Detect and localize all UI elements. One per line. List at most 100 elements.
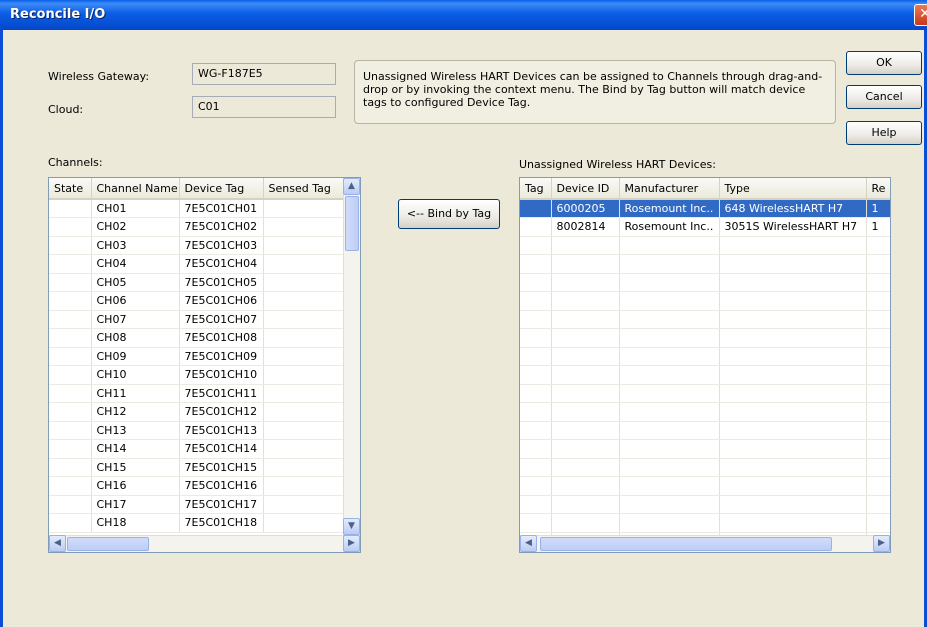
channels-vertical-scrollbar[interactable]: ▲ ▼ bbox=[343, 178, 360, 535]
channels-table-row[interactable]: CH15 7E5C01CH15 bbox=[49, 458, 344, 477]
devices-table-cell bbox=[551, 254, 620, 274]
channels-table-row[interactable]: CH16 7E5C01CH16 bbox=[49, 476, 344, 496]
devices-table-column-header[interactable]: Tag bbox=[520, 178, 552, 200]
channels-table-cell bbox=[263, 347, 344, 366]
channels-table-cell: CH12 bbox=[91, 402, 180, 422]
channels-table-row[interactable]: CH09 7E5C01CH09 bbox=[49, 347, 344, 366]
channels-table-cell: CH11 bbox=[91, 384, 180, 403]
channels-table-row[interactable]: CH06 7E5C01CH06 bbox=[49, 291, 344, 311]
channels-table-column-header[interactable]: Sensed Tag bbox=[263, 178, 344, 200]
devices-table-cell bbox=[551, 291, 620, 311]
devices-table-cell: 6000205 bbox=[551, 199, 620, 218]
channels-table-row[interactable]: CH07 7E5C01CH07 bbox=[49, 310, 344, 329]
devices-horizontal-scrollbar[interactable]: ◀ ▶ bbox=[520, 535, 890, 552]
channels-table-cell bbox=[263, 384, 344, 403]
devices-table-cell bbox=[619, 458, 720, 477]
channels-table-cell bbox=[49, 291, 92, 311]
unassigned-devices-label: Unassigned Wireless HART Devices: bbox=[519, 158, 716, 171]
unassigned-devices-grid[interactable]: Tag Device ID Manufacturer Type Re 6000205 Ro… bbox=[519, 177, 891, 553]
wireless-gateway-field: WG-F187E5 bbox=[192, 63, 336, 85]
help-button[interactable]: Help bbox=[846, 121, 922, 145]
devices-table-row[interactable]: 6000205 Rosemount Inc.. 648 WirelessHART H… bbox=[520, 199, 890, 218]
devices-table-cell bbox=[619, 254, 720, 274]
devices-hscroll-thumb[interactable] bbox=[540, 537, 832, 551]
channels-table-row[interactable]: CH02 7E5C01CH02 bbox=[49, 217, 344, 237]
scroll-left-icon[interactable]: ◀ bbox=[49, 535, 66, 552]
devices-table-empty-row bbox=[520, 513, 890, 533]
channels-table-row[interactable]: CH04 7E5C01CH04 bbox=[49, 254, 344, 274]
devices-table-empty-row bbox=[520, 273, 890, 292]
devices-table-cell bbox=[719, 365, 867, 385]
channels-table-cell bbox=[263, 402, 344, 422]
devices-table-cell bbox=[520, 476, 552, 496]
devices-table-column-header[interactable]: Device ID bbox=[551, 178, 620, 200]
channels-table-row[interactable]: CH11 7E5C01CH11 bbox=[49, 384, 344, 403]
channels-table-cell bbox=[49, 402, 92, 422]
channels-table-row[interactable]: CH13 7E5C01CH13 bbox=[49, 421, 344, 440]
scroll-right-icon[interactable]: ▶ bbox=[343, 535, 360, 552]
devices-table-cell bbox=[520, 421, 552, 440]
channels-table-cell: 7E5C01CH14 bbox=[179, 439, 264, 459]
channels-table-row[interactable]: CH14 7E5C01CH14 bbox=[49, 439, 344, 459]
devices-table-cell bbox=[719, 476, 867, 496]
channels-table-cell bbox=[263, 328, 344, 348]
channels-table-row[interactable]: CH01 7E5C01CH01 bbox=[49, 199, 344, 218]
title-bar[interactable]: Reconcile I/O ✕ bbox=[0, 0, 927, 30]
channels-table-row[interactable]: CH05 7E5C01CH05 bbox=[49, 273, 344, 292]
channels-table-cell: CH04 bbox=[91, 254, 180, 274]
devices-table-column-header[interactable]: Manufacturer bbox=[619, 178, 720, 200]
channels-hscroll-thumb[interactable] bbox=[67, 537, 149, 551]
devices-table-cell bbox=[619, 439, 720, 459]
devices-table-cell bbox=[619, 476, 720, 496]
reconcile-io-dialog: Reconcile I/O ✕ Wireless Gateway: WG-F18… bbox=[0, 0, 927, 627]
channels-table-cell: 7E5C01CH04 bbox=[179, 254, 264, 274]
channels-grid[interactable]: State Channel Name Device Tag Sensed Tag CH… bbox=[48, 177, 361, 553]
channels-table-column-header[interactable]: Channel Name bbox=[91, 178, 180, 200]
devices-table-cell bbox=[551, 273, 620, 292]
devices-table-column-header[interactable]: Type bbox=[719, 178, 867, 200]
channels-table-row[interactable]: CH17 7E5C01CH17 bbox=[49, 495, 344, 514]
devices-table-cell bbox=[719, 384, 867, 403]
devices-table-cell bbox=[551, 310, 620, 329]
channels-table-cell bbox=[263, 421, 344, 440]
devices-table-cell bbox=[719, 458, 867, 477]
cloud-label: Cloud: bbox=[48, 103, 84, 116]
devices-table-cell bbox=[866, 495, 890, 514]
channels-table-row[interactable]: CH08 7E5C01CH08 bbox=[49, 328, 344, 348]
close-button[interactable]: ✕ bbox=[914, 4, 927, 26]
devices-table-cell: Rosemount Inc.. bbox=[619, 217, 720, 237]
channels-table-cell bbox=[49, 254, 92, 274]
devices-table-empty-row bbox=[520, 439, 890, 459]
ok-button[interactable]: OK bbox=[846, 51, 922, 75]
channels-vscroll-thumb[interactable] bbox=[345, 196, 359, 251]
cancel-button[interactable]: Cancel bbox=[846, 85, 922, 109]
channels-table-cell bbox=[49, 513, 92, 533]
devices-table-column-header[interactable]: Re bbox=[866, 178, 890, 200]
channels-table-column-header[interactable]: Device Tag bbox=[179, 178, 264, 200]
channels-table-cell: CH14 bbox=[91, 439, 180, 459]
devices-table-empty-row bbox=[520, 365, 890, 385]
scroll-right-icon[interactable]: ▶ bbox=[873, 535, 890, 552]
channels-table-column-header[interactable]: State bbox=[49, 178, 92, 200]
channels-horizontal-scrollbar[interactable]: ◀ ▶ bbox=[49, 535, 360, 552]
devices-table-cell bbox=[619, 310, 720, 329]
bind-by-tag-button[interactable]: <-- Bind by Tag bbox=[398, 199, 500, 229]
devices-table-cell bbox=[866, 328, 890, 348]
channels-table-cell bbox=[49, 495, 92, 514]
channels-table-cell: 7E5C01CH18 bbox=[179, 513, 264, 533]
devices-table-row[interactable]: 8002814 Rosemount Inc.. 3051S WirelessHART… bbox=[520, 217, 890, 237]
scroll-down-icon[interactable]: ▼ bbox=[343, 518, 360, 535]
channels-table-row[interactable]: CH12 7E5C01CH12 bbox=[49, 402, 344, 422]
channels-table-cell bbox=[49, 310, 92, 329]
channels-table-row[interactable]: CH18 7E5C01CH18 bbox=[49, 513, 344, 533]
devices-table-empty-row bbox=[520, 421, 890, 440]
devices-table-cell bbox=[866, 384, 890, 403]
channels-table-cell: 7E5C01CH12 bbox=[179, 402, 264, 422]
scroll-left-icon[interactable]: ◀ bbox=[520, 535, 537, 552]
channels-table-row[interactable]: CH03 7E5C01CH03 bbox=[49, 236, 344, 255]
scroll-up-icon[interactable]: ▲ bbox=[343, 178, 360, 195]
devices-table-cell bbox=[719, 347, 867, 366]
channels-table-row[interactable]: CH10 7E5C01CH10 bbox=[49, 365, 344, 385]
info-text: Unassigned Wireless HART Devices can be … bbox=[354, 60, 836, 124]
devices-table-cell bbox=[619, 291, 720, 311]
